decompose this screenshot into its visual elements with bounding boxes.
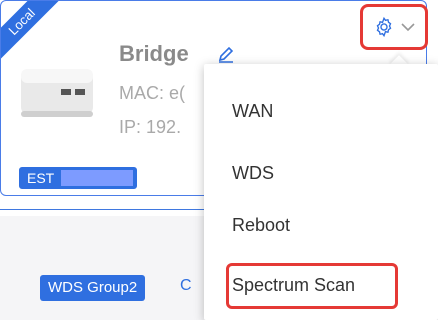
mac-value: e( [169, 83, 186, 103]
wds-group-button[interactable]: WDS Group2 [40, 275, 146, 301]
menu-item-spectrum-scan[interactable]: Spectrum Scan [232, 275, 355, 296]
group-link[interactable]: C [180, 277, 192, 295]
ip-line: IP: 192. [119, 117, 181, 138]
settings-dropdown-menu: WAN WDS Reboot Spectrum Scan [204, 64, 438, 320]
menu-item-wan[interactable]: WAN [232, 101, 273, 122]
status-tag: EST [19, 167, 137, 189]
menu-item-reboot[interactable]: Reboot [232, 215, 290, 236]
router-image [21, 69, 93, 117]
pencil-icon[interactable] [217, 45, 235, 63]
settings-menu-trigger[interactable] [360, 4, 428, 50]
menu-item-wds[interactable]: WDS [232, 163, 274, 184]
ip-value: 192. [146, 117, 182, 137]
status-text: EST [27, 170, 55, 186]
redaction-mask [61, 170, 133, 186]
ip-label: IP: [119, 117, 142, 137]
chevron-down-icon [401, 23, 415, 32]
mac-label: MAC: [119, 83, 164, 103]
gear-icon [376, 16, 392, 38]
mac-line: MAC: e( [119, 83, 185, 104]
device-name: Bridge [119, 41, 189, 66]
